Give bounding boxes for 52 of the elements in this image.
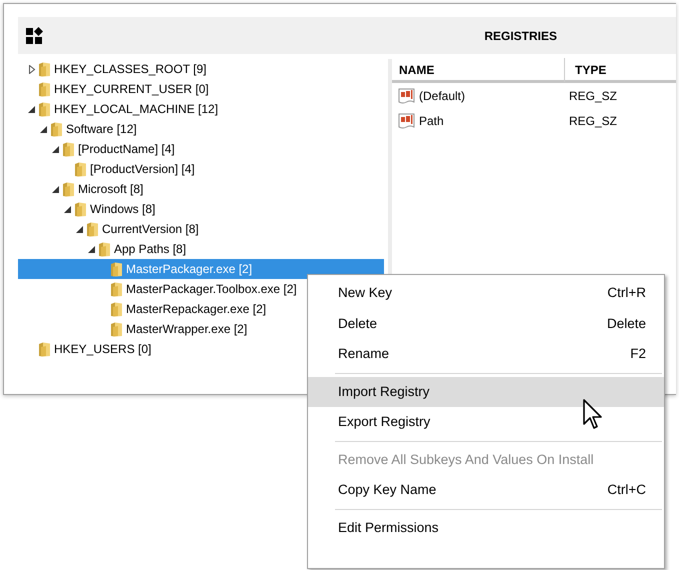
menu-item[interactable]: Export Registry (308, 407, 664, 438)
string-value-icon (398, 112, 415, 128)
expand-arrow-icon[interactable] (28, 64, 36, 74)
value-type: REG_SZ (568, 112, 618, 130)
shortcut-label: Ctrl+R (607, 284, 646, 302)
folder-icon (62, 182, 75, 196)
menu-item[interactable]: Edit Permissions (308, 512, 664, 543)
column-header[interactable]: NAME (392, 58, 565, 82)
string-value-icon (398, 88, 415, 104)
folder-icon (38, 62, 51, 76)
tree-item[interactable]: App Paths [8] (18, 239, 384, 259)
folder-icon (110, 322, 123, 336)
shortcut-label: F2 (630, 345, 646, 364)
panel-title: REGISTRIES (484, 28, 557, 44)
shortcut-label: Ctrl+C (607, 481, 646, 500)
collapse-arrow-icon[interactable] (40, 124, 48, 134)
menu-item[interactable]: Import Registry (308, 376, 664, 407)
tree-item[interactable]: HKEY_CURRENT_USER [0] (18, 79, 384, 99)
collapse-arrow-icon[interactable] (28, 104, 36, 114)
folder-icon (38, 342, 51, 356)
tree-item[interactable]: Microsoft [8] (18, 179, 384, 199)
tree-item[interactable]: [ProductVersion] [4] (18, 159, 384, 179)
folder-icon (110, 262, 123, 276)
folder-icon (62, 142, 75, 156)
apps-icon[interactable] (25, 26, 45, 46)
folder-icon (110, 282, 123, 296)
value-name[interactable]: Path (419, 112, 444, 130)
tree-item[interactable]: Software [12] (18, 119, 384, 139)
shortcut-label: Delete (606, 314, 646, 333)
collapse-arrow-icon[interactable] (88, 244, 96, 254)
folder-icon (86, 222, 99, 236)
menu-item[interactable]: Rename F2 (308, 339, 664, 370)
folder-icon (110, 302, 123, 316)
folder-icon (38, 82, 51, 96)
tree-item[interactable]: Windows [8] (18, 199, 384, 219)
folder-icon (38, 102, 51, 116)
menu-item[interactable]: Copy Key Name Ctrl+C (308, 475, 664, 506)
folder-icon (74, 202, 87, 216)
tree-item[interactable]: HKEY_LOCAL_MACHINE [12] (18, 99, 384, 119)
collapse-arrow-icon[interactable] (76, 224, 84, 234)
column-header[interactable]: TYPE (565, 60, 606, 78)
collapse-arrow-icon[interactable] (52, 144, 60, 154)
tree-item[interactable]: HKEY_CLASSES_ROOT [9] (18, 59, 384, 79)
tree-item[interactable]: [ProductName] [4] (18, 139, 384, 159)
folder-icon (98, 242, 111, 256)
value-name[interactable]: (Default) (419, 86, 466, 104)
folder-icon (50, 122, 63, 136)
value-type: REG_SZ (568, 88, 618, 104)
collapse-arrow-icon[interactable] (64, 204, 72, 214)
tree-item[interactable]: CurrentVersion [8] (18, 219, 384, 239)
folder-icon (74, 162, 87, 176)
collapse-arrow-icon[interactable] (52, 184, 60, 194)
